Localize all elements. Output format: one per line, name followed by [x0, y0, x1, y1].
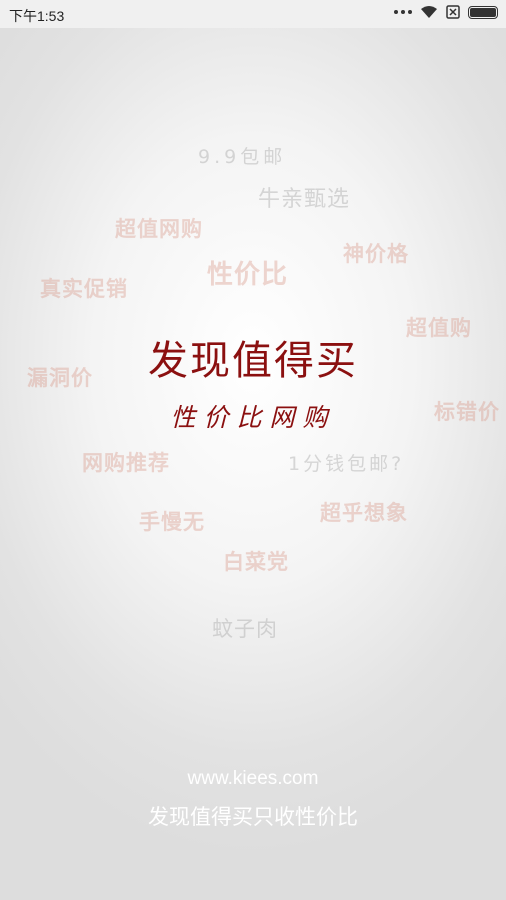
status-time: 下午1:53	[9, 8, 65, 24]
status-icons	[394, 5, 498, 19]
tag-god-price: 神价格	[343, 242, 409, 266]
tag-value-for-money: 性价比	[207, 260, 289, 290]
tag-value-shopping: 超值网购	[115, 217, 203, 241]
sim-disabled-icon	[446, 5, 460, 19]
status-bar: 下午1:53	[0, 0, 506, 28]
tag-one-cent-shipping: 1分钱包邮?	[288, 453, 405, 475]
brand-headline: 发现值得买	[148, 338, 358, 384]
brand-subheadline: 性价比网购	[170, 403, 336, 432]
footer-url: www.kiees.com	[187, 768, 319, 789]
tag-9-9-free-shipping: 9.9包邮	[198, 146, 287, 168]
tag-cabbage-party: 白菜党	[223, 550, 289, 574]
wifi-icon	[421, 6, 437, 18]
tag-mosquito-meat: 蚊子肉	[212, 617, 278, 641]
tag-beyond-imagination: 超乎想象	[320, 501, 408, 525]
more-dots-icon	[394, 10, 412, 14]
tag-niuqin-selection: 牛亲甄选	[258, 187, 351, 212]
battery-icon	[468, 5, 498, 19]
tag-slow-hand-none: 手慢无	[139, 510, 205, 534]
footer-slogan: 发现值得买只收性价比	[148, 805, 358, 829]
tag-real-promotion: 真实促销	[40, 277, 128, 301]
tag-shopping-recommend: 网购推荐	[82, 451, 170, 475]
